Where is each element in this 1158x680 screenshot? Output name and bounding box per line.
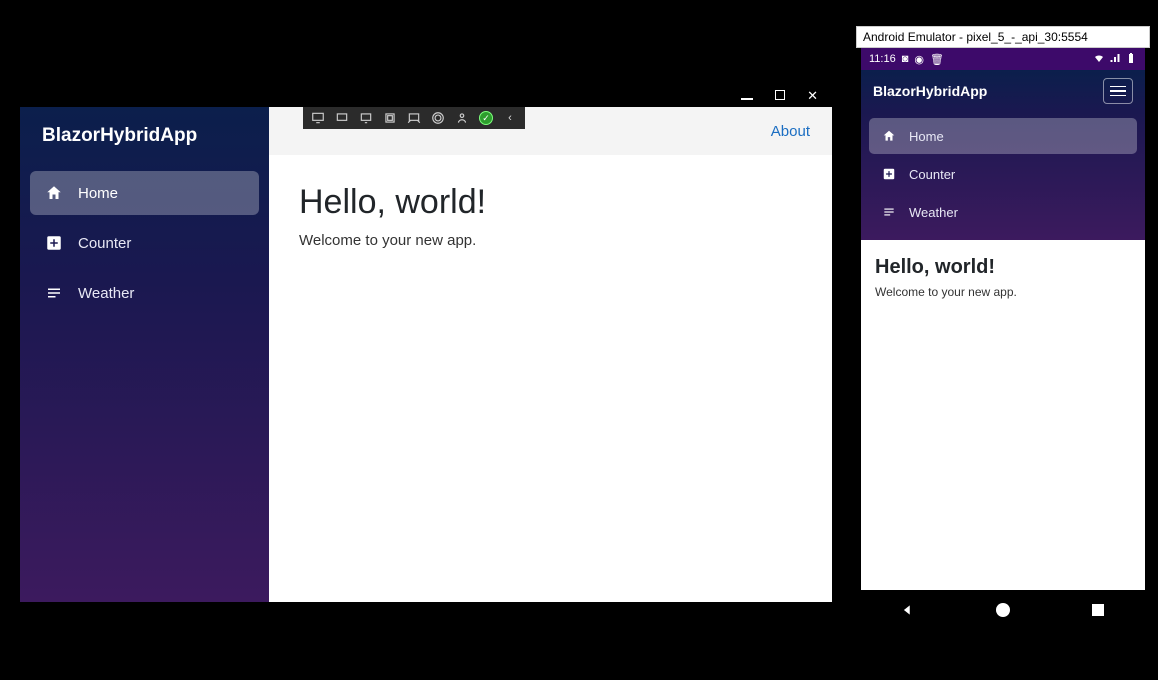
mobile-nav-label: Weather (909, 205, 958, 220)
home-button[interactable] (995, 602, 1011, 618)
status-time: 11:16 (869, 53, 896, 65)
maximize-button[interactable] (775, 88, 785, 103)
mobile-nav-item-counter[interactable]: Counter (869, 156, 1137, 192)
home-icon (44, 183, 64, 203)
signal-icon (1109, 52, 1121, 67)
sidebar-item-label: Counter (78, 235, 131, 252)
mobile-subtext: Welcome to your new app. (875, 285, 1131, 299)
home-icon (881, 128, 897, 144)
minimize-button[interactable] (741, 88, 753, 103)
overview-button[interactable] (1090, 602, 1106, 618)
plus-icon (44, 233, 64, 253)
dev-tool-icon[interactable] (355, 109, 377, 127)
main-area: ‹ About Hello, world! Welcome to your ne… (269, 107, 832, 602)
mobile-brand: BlazorHybridApp (873, 83, 987, 99)
page-subtext: Welcome to your new app. (299, 232, 802, 249)
back-button[interactable] (900, 602, 916, 618)
about-link[interactable]: About (771, 123, 810, 140)
close-button[interactable]: ✕ (807, 89, 818, 102)
menu-toggle-button[interactable] (1103, 78, 1133, 104)
status-notif-icon: ◉ (914, 53, 924, 66)
page-heading: Hello, world! (299, 183, 802, 222)
sidebar-item-weather[interactable]: Weather (30, 271, 259, 315)
window-titlebar: ✕ (20, 83, 832, 107)
dev-tool-icon[interactable] (379, 109, 401, 127)
android-navbar (861, 590, 1145, 630)
sidebar-nav: Home Counter Weather (20, 167, 269, 319)
dev-toolbar: ‹ (303, 107, 525, 129)
dev-tool-icon[interactable] (451, 109, 473, 127)
mobile-nav-label: Counter (909, 167, 955, 182)
mobile-nav-item-weather[interactable]: Weather (869, 194, 1137, 230)
list-icon (881, 204, 897, 220)
sidebar: BlazorHybridApp Home Counter (20, 107, 269, 602)
app-brand: BlazorHybridApp (20, 107, 269, 167)
sidebar-item-counter[interactable]: Counter (30, 221, 259, 265)
wifi-icon (1093, 52, 1105, 67)
chevron-left-icon[interactable]: ‹ (499, 109, 521, 127)
android-emulator: Android Emulator - pixel_5_-_api_30:5554… (856, 26, 1150, 670)
plus-icon (881, 166, 897, 182)
desktop-window: ✕ BlazorHybridApp Home Counter (20, 83, 832, 602)
top-row: ‹ About (269, 107, 832, 155)
mobile-nav-label: Home (909, 129, 944, 144)
page-content: Hello, world! Welcome to your new app. (269, 155, 832, 277)
mobile-content: Hello, world! Welcome to your new app. (861, 240, 1145, 590)
dev-tool-icon[interactable] (427, 109, 449, 127)
dev-tool-status-icon[interactable] (475, 109, 497, 127)
status-notif-icon: ◙ (902, 53, 909, 65)
dev-tool-icon[interactable] (331, 109, 353, 127)
status-bar: 11:16 ◙ ◉ 🗑 (861, 48, 1145, 70)
sidebar-item-label: Weather (78, 285, 134, 302)
mobile-heading: Hello, world! (875, 256, 1131, 279)
mobile-nav: Home Counter Weather (861, 112, 1145, 240)
dev-tool-icon[interactable] (403, 109, 425, 127)
emulator-title: Android Emulator - pixel_5_-_api_30:5554 (856, 26, 1150, 48)
dev-tool-icon[interactable] (307, 109, 329, 127)
mobile-header: BlazorHybridApp (861, 70, 1145, 112)
battery-icon (1125, 52, 1137, 67)
sidebar-item-home[interactable]: Home (30, 171, 259, 215)
sidebar-item-label: Home (78, 185, 118, 202)
phone-frame: 11:16 ◙ ◉ 🗑 BlazorHybridApp (861, 48, 1145, 630)
status-notif-icon: 🗑 (930, 53, 944, 66)
list-icon (44, 283, 64, 303)
mobile-nav-item-home[interactable]: Home (869, 118, 1137, 154)
